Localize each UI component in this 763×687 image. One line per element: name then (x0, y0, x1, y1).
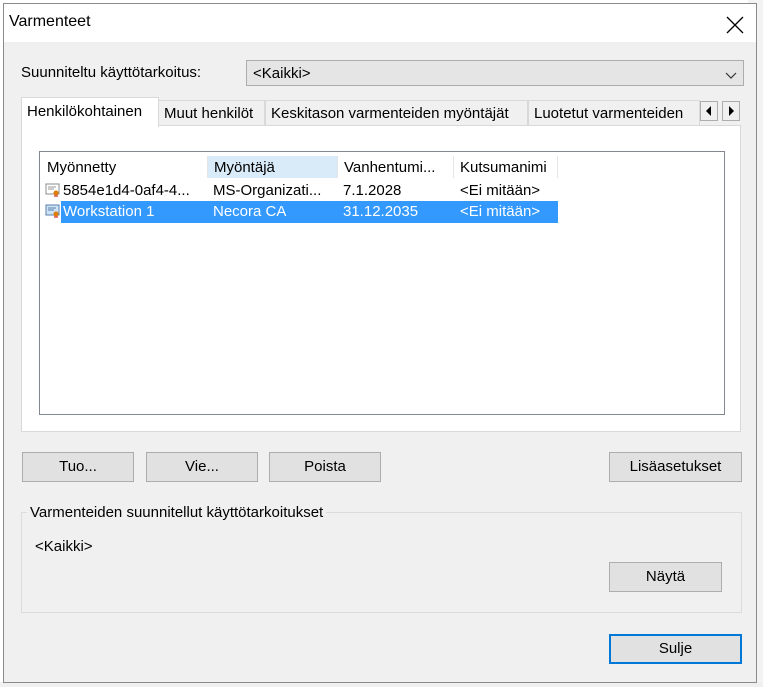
import-button[interactable]: Tuo... (22, 452, 134, 482)
certificate-icon (45, 204, 61, 218)
tab-intermediate-cas[interactable]: Keskitason varmenteiden myöntäjät (265, 100, 528, 125)
column-issued-to[interactable]: Myönnetty (41, 156, 208, 178)
cell-issuer: Necora CA (213, 203, 287, 220)
purposes-value: <Kaikki> (35, 538, 93, 555)
title-bar (4, 4, 756, 42)
view-button[interactable]: Näytä (609, 562, 722, 592)
tab-scroll-left[interactable] (700, 101, 718, 121)
tab-scroll-right[interactable] (722, 101, 740, 121)
tab-trusted-root-cas[interactable]: Luotetut varmenteiden (528, 100, 700, 125)
column-issuer[interactable]: Myöntäjä (208, 156, 338, 178)
tab-personal[interactable]: Henkilökohtainen (21, 97, 159, 127)
advanced-button[interactable]: Lisäasetukset (609, 452, 742, 482)
window-title: Varmenteet (9, 13, 91, 30)
column-friendly-name[interactable]: Kutsumanimi (454, 156, 558, 178)
purpose-dropdown[interactable]: <Kaikki> (246, 60, 744, 86)
arrow-left-icon (706, 106, 711, 116)
purpose-label: Suunniteltu käyttötarkoitus: (21, 64, 202, 81)
cell-issued-to: Workstation 1 (63, 203, 155, 220)
table-row-selected[interactable]: Workstation 1 Necora CA 31.12.2035 <Ei m… (61, 201, 558, 223)
cell-expiration: 31.12.2035 (343, 203, 419, 220)
arrow-right-icon (729, 106, 734, 116)
table-row[interactable]: 5854e1d4-0af4-4... MS-Organizati... 7.1.… (40, 180, 724, 202)
close-button[interactable]: Sulje (609, 634, 742, 664)
chevron-down-icon (725, 68, 737, 79)
export-button[interactable]: Vie... (146, 452, 258, 482)
cell-friendly-name: <Ei mitään> (460, 203, 541, 220)
close-icon[interactable] (722, 12, 748, 38)
remove-button[interactable]: Poista (269, 452, 381, 482)
certificate-list[interactable]: Myönnetty Myöntäjä Vanhentumi... Kutsuma… (39, 151, 725, 415)
purpose-dropdown-value: <Kaikki> (253, 65, 311, 82)
tab-other-people[interactable]: Muut henkilöt (158, 100, 265, 125)
purposes-group-title: Varmenteiden suunnitellut käyttötarkoitu… (27, 504, 327, 521)
column-expiration[interactable]: Vanhentumi... (338, 156, 454, 178)
certificate-icon (45, 183, 61, 197)
